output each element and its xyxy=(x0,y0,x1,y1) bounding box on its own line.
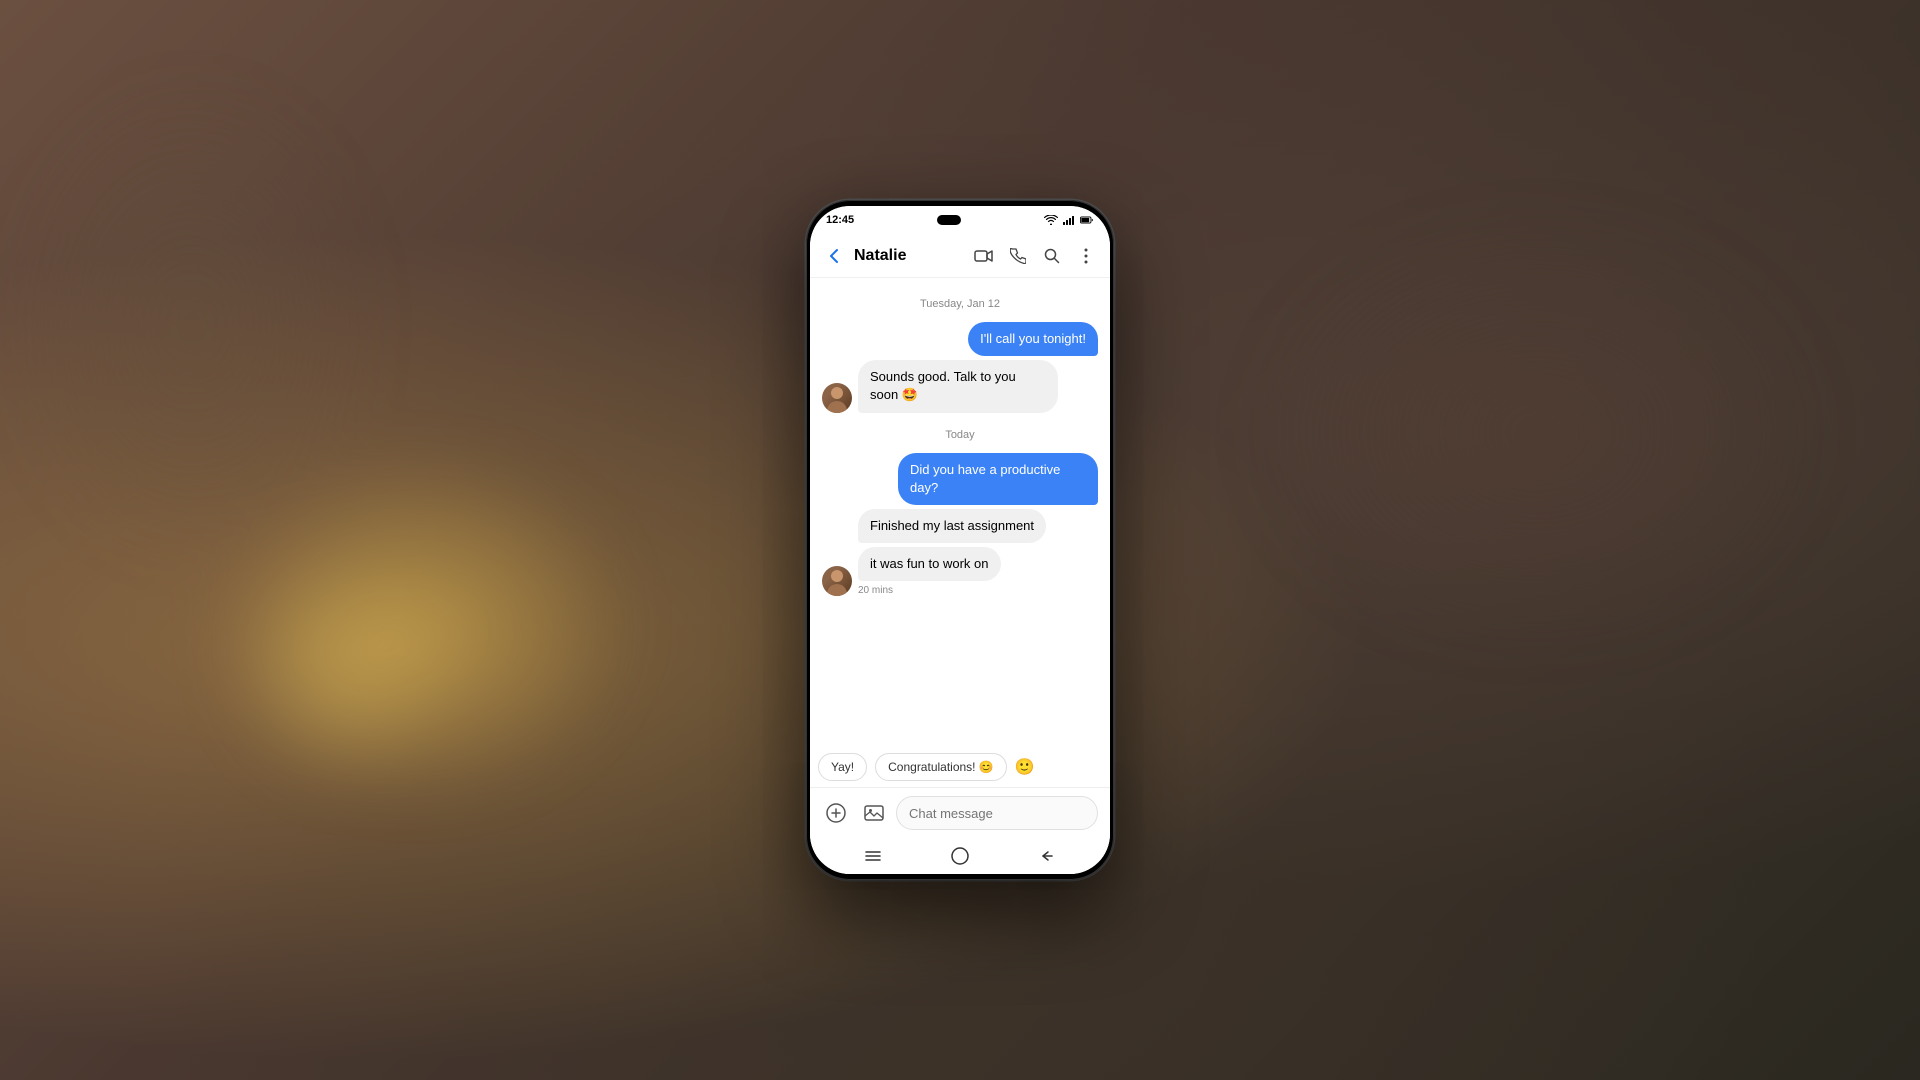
video-call-button[interactable] xyxy=(968,240,1000,272)
message-row: it was fun to work on 20 mins xyxy=(822,547,1098,596)
message-row: Sounds good. Talk to you soon 🤩 xyxy=(822,360,1098,412)
search-icon xyxy=(1044,248,1060,264)
message-row: I'll call you tonight! xyxy=(822,322,1098,356)
message-row: Did you have a productive day? xyxy=(822,453,1098,505)
chat-area: Tuesday, Jan 12 I'll call you tonight! S… xyxy=(810,278,1110,747)
phone-device: 12:45 xyxy=(806,200,1114,880)
battery-icon xyxy=(1080,215,1094,225)
back-button[interactable] xyxy=(818,240,850,272)
more-button[interactable] xyxy=(1070,240,1102,272)
video-icon xyxy=(974,249,994,263)
status-bar: 12:45 xyxy=(810,206,1110,234)
add-button[interactable] xyxy=(820,797,852,829)
message-bubble: it was fun to work on xyxy=(858,547,1001,581)
menu-nav-button[interactable] xyxy=(864,847,882,865)
back-icon xyxy=(1040,850,1054,862)
phone-screen: 12:45 xyxy=(810,206,1110,874)
nav-actions xyxy=(968,240,1102,272)
quick-reply-congratulations[interactable]: Congratulations! 😊 xyxy=(875,753,1007,781)
quick-reply-yay[interactable]: Yay! xyxy=(818,753,867,781)
avatar xyxy=(822,566,852,596)
back-nav-button[interactable] xyxy=(1038,847,1056,865)
gallery-button[interactable] xyxy=(858,797,890,829)
message-time: 20 mins xyxy=(858,583,1001,596)
phone-icon xyxy=(1010,248,1026,264)
date-divider-tuesday: Tuesday, Jan 12 xyxy=(822,286,1098,318)
message-bubble: I'll call you tonight! xyxy=(968,322,1098,356)
nav-bar: Natalie xyxy=(810,234,1110,278)
gallery-icon xyxy=(864,803,884,823)
avatar xyxy=(822,383,852,413)
signal-icon xyxy=(1062,215,1076,225)
avatar-placeholder xyxy=(822,513,852,543)
status-time: 12:45 xyxy=(826,214,854,226)
phone-call-button[interactable] xyxy=(1002,240,1034,272)
message-row: Finished my last assignment xyxy=(822,509,1098,543)
input-bar xyxy=(810,787,1110,838)
search-button[interactable] xyxy=(1036,240,1068,272)
date-divider-today: Today xyxy=(822,417,1098,449)
message-bubble: Sounds good. Talk to you soon 🤩 xyxy=(858,360,1058,412)
quick-replies-bar: Yay! Congratulations! 😊 🙂 xyxy=(810,747,1110,787)
home-nav-button[interactable] xyxy=(951,847,969,865)
emoji-button[interactable] xyxy=(1104,797,1110,829)
message-bubble: Did you have a productive day? xyxy=(898,453,1098,505)
status-icons xyxy=(1044,215,1094,225)
notch xyxy=(937,215,961,225)
more-icon xyxy=(1084,248,1088,264)
wifi-icon xyxy=(1044,215,1058,225)
home-icon xyxy=(951,847,969,865)
add-icon xyxy=(826,803,846,823)
message-bubble: Finished my last assignment xyxy=(858,509,1046,543)
input-right-icons xyxy=(1104,797,1110,829)
menu-icon xyxy=(865,850,881,862)
quick-reply-emoji[interactable]: 🙂 xyxy=(1015,757,1035,777)
chat-input[interactable] xyxy=(896,796,1098,830)
contact-name: Natalie xyxy=(850,247,968,265)
system-nav xyxy=(810,838,1110,874)
